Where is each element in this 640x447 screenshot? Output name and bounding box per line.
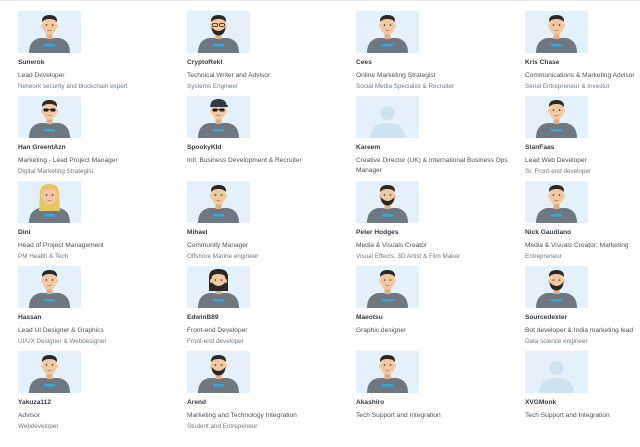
member-role: Tech Support and Integration [356, 412, 441, 419]
avatar-short-hair-icon [525, 11, 588, 53]
member-name: Cees [356, 59, 372, 66]
member-subtitle: Student and Entrepeneur [187, 423, 258, 430]
member-name: CryptoRekt [187, 59, 223, 66]
member-role: Media & Visuals Creator; Marketing [525, 242, 629, 249]
member-subtitle: Serial Entrepreneur & Investor [525, 83, 610, 90]
member-name: Sunerok [18, 59, 45, 66]
avatar-dark-hair-icon [18, 11, 81, 53]
member-name: Mihael [187, 229, 208, 236]
avatar-dark-hair-icon [18, 266, 81, 308]
member-subtitle: Webdeveloper [18, 423, 59, 430]
avatar-blonde-long-hair-icon [18, 181, 81, 223]
avatar-sunglasses-icon [18, 96, 81, 138]
avatar-short-hair-icon [356, 11, 419, 53]
member-role: Creative Director (UK) & International B… [356, 157, 508, 174]
member-subtitle: Network security and blockchain expert [18, 83, 128, 90]
member-name: Nick Gaudiano [525, 229, 572, 236]
avatar-cap-sunglasses-icon [187, 96, 250, 138]
member-subtitle: Visual Effects, 3D Artist & Film Maker [356, 253, 461, 260]
member-subtitle: Social Media Specialist & Recruiter [356, 83, 454, 90]
member-role: Graphic designer [356, 327, 407, 334]
member-role: Intl. Business Development & Recruiter [187, 157, 302, 164]
member-name: SpookyKId [187, 144, 222, 151]
avatar-beard-icon [187, 351, 250, 393]
member-name: XVGMonk [525, 399, 557, 406]
avatar-short-hair-icon [525, 96, 588, 138]
member-role: Community Manager [187, 242, 249, 249]
member-role: Marketing and Technology Integration [187, 412, 297, 419]
member-name: Kareem [356, 144, 381, 151]
avatar-dark-hair-icon [356, 266, 419, 308]
member-name: Peter Hodges [356, 229, 399, 236]
member-name: Hassan [18, 314, 42, 321]
member-role: Head of Project Management [18, 242, 104, 249]
member-name: Arend [187, 399, 207, 406]
member-name: Akashiro [356, 399, 385, 406]
member-role: Online Marketing Strategist [356, 72, 436, 79]
member-name: Dini [18, 229, 31, 236]
member-role: Marketing - Lead Project Manager [18, 157, 118, 164]
member-role: Lead Web Developer [525, 157, 587, 164]
member-subtitle: Systems Engineer [187, 83, 239, 90]
member-subtitle: Entrepreneur [525, 253, 562, 260]
member-subtitle: UI/UX Designer & Webdesigner [18, 338, 107, 345]
member-role: Advisor [18, 412, 40, 419]
avatar-beard-icon [356, 181, 419, 223]
member-role: Technical Writer and Advisor [187, 72, 271, 79]
avatar-placeholder-icon [356, 96, 419, 138]
team-grid: Sunerok Lead Developer Network security an… [0, 0, 640, 447]
avatar-dark-hair-icon [18, 351, 81, 393]
member-role: Media & Visuals Creator [356, 242, 427, 249]
member-name: StanFaas [525, 144, 555, 151]
avatar-dark-hair-icon [525, 181, 588, 223]
member-role: Lead Developer [18, 72, 65, 79]
member-subtitle: Front-end developer [187, 338, 244, 345]
member-role: Tech Support and Integration [525, 412, 610, 419]
member-subtitle: PM Health & Tech [18, 253, 69, 260]
member-name: Yakuza112 [18, 399, 51, 406]
member-subtitle: Offshore Marine engineer [187, 253, 259, 260]
member-name: EdwinB89 [187, 314, 219, 321]
avatar-dark-hair-icon [187, 181, 250, 223]
member-subtitle: Digital Marketing Strategist [18, 168, 94, 175]
member-role: Bot developer & India marketing lead [525, 327, 634, 334]
member-subtitle: Data science engineer [525, 338, 588, 345]
member-role: Communications & Marketing Advisor [525, 72, 635, 79]
member-subtitle: Sr. Front-end developer [525, 168, 592, 175]
member-name: Sourcedexter [525, 314, 568, 321]
avatar-beard-icon [525, 266, 588, 308]
member-name: Kris Chase [525, 59, 560, 66]
member-name: Han GreentAzn [18, 144, 66, 151]
avatar-glasses-beard-icon [187, 11, 250, 53]
avatar-placeholder-icon [525, 351, 588, 393]
avatar-dark-hair-icon [356, 351, 419, 393]
member-name: Maeotsu [356, 314, 383, 321]
member-role: Lead UI Designer & Graphics [18, 327, 104, 334]
member-role: Front-end Developer [187, 327, 248, 334]
avatar-long-hair-beard-icon [187, 266, 250, 308]
